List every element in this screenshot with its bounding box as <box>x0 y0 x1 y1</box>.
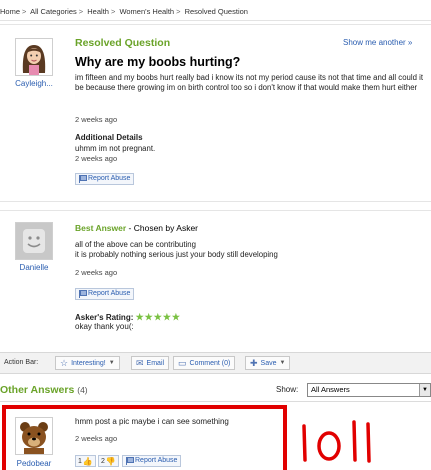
danielle-name[interactable]: Danielle <box>4 263 64 272</box>
breadcrumb: Home > All Categories > Health > Women's He… <box>0 7 248 16</box>
best-answer-timestamp: 2 weeks ago <box>75 268 118 277</box>
report-abuse-label: Report Abuse <box>88 290 131 297</box>
action-bar-label: Action Bar: <box>4 359 39 366</box>
breadcrumb-womens-health[interactable]: Women's Health <box>119 7 174 16</box>
additional-details-timestamp: 2 weeks ago <box>75 154 118 163</box>
plus-icon: ✚ <box>250 357 258 368</box>
rating-comment: okay thank you(: <box>75 322 134 331</box>
chosen-by-asker-label: - Chosen by Asker <box>126 223 198 233</box>
breadcrumb-home[interactable]: Home <box>0 7 20 16</box>
speech-bubble-icon: ▭ <box>178 357 187 368</box>
show-filter-select[interactable]: All Answers ▼ <box>307 383 431 397</box>
question-panel <box>0 24 431 202</box>
best-answer-line-1: all of the above can be contributing <box>75 240 196 249</box>
resolved-question-heading: Resolved Question <box>75 37 171 49</box>
other-answers-count: (4) <box>77 385 88 395</box>
rating-stars: ★★★★★ <box>135 312 181 322</box>
flag-icon <box>78 290 87 298</box>
question-report-abuse-button[interactable]: Report Abuse <box>75 173 135 185</box>
additional-details-text: uhmm im not pregnant. <box>75 144 156 153</box>
girl-avatar-icon <box>16 39 52 75</box>
envelope-icon: ✉ <box>136 357 144 368</box>
email-button[interactable]: ✉ Email <box>131 356 170 370</box>
chevron-down-icon[interactable]: ▼ <box>419 384 430 396</box>
show-filter-label: Show: <box>276 385 299 394</box>
best-answer-label: Best Answer <box>75 223 127 233</box>
best-answer-panel <box>0 210 431 345</box>
question-timestamp: 2 weeks ago <box>75 115 118 124</box>
danielle-avatar[interactable] <box>15 222 53 260</box>
other-answers-label: Other Answers <box>0 384 75 396</box>
comment-button[interactable]: ▭ Comment (0) <box>173 356 236 370</box>
breadcrumb-current: Resolved Question <box>184 7 248 16</box>
breadcrumb-divider <box>0 20 431 21</box>
other-answers-heading: Other Answers (4) <box>0 384 88 396</box>
show-filter-value: All Answers <box>311 385 350 394</box>
breadcrumb-health[interactable]: Health <box>87 7 109 16</box>
best-answer-report-abuse-button[interactable]: Report Abuse <box>75 288 135 300</box>
chevron-down-icon: ▼ <box>108 360 115 366</box>
question-title: Why are my boobs hurting? <box>75 55 241 69</box>
comment-label: Comment (0) <box>189 359 231 367</box>
show-me-another-link[interactable]: Show me another » <box>343 38 412 47</box>
email-label: Email <box>146 359 165 367</box>
asker-avatar[interactable] <box>15 38 53 76</box>
star-outline-icon: ☆ <box>60 357 69 368</box>
red-highlight-box <box>2 405 287 470</box>
save-button[interactable]: ✚ Save ▼ <box>245 356 291 370</box>
save-label: Save <box>260 359 277 367</box>
best-answer-body: all of the above can be contributing it … <box>75 240 278 260</box>
handwritten-lol-annotation <box>302 420 371 463</box>
chevron-down-icon: ▼ <box>279 360 286 366</box>
breadcrumb-all-categories[interactable]: All Categories <box>30 7 77 16</box>
default-avatar-icon <box>16 223 52 259</box>
asker-name[interactable]: Cayleigh... <box>4 79 64 88</box>
interesting-button[interactable]: ☆ Interesting! ▼ <box>55 356 120 370</box>
askers-rating-label: Asker's Rating: <box>75 313 134 322</box>
question-body: im fifteen and my boobs hurt really bad … <box>75 73 424 92</box>
interesting-label: Interesting! <box>71 359 106 367</box>
report-abuse-label: Report Abuse <box>88 175 131 182</box>
additional-details-label: Additional Details <box>75 133 143 142</box>
best-answer-line-2: it is probably nothing serious just your… <box>75 250 278 259</box>
flag-icon <box>78 175 87 183</box>
best-answer-heading: Best Answer - Chosen by Asker <box>75 223 198 233</box>
